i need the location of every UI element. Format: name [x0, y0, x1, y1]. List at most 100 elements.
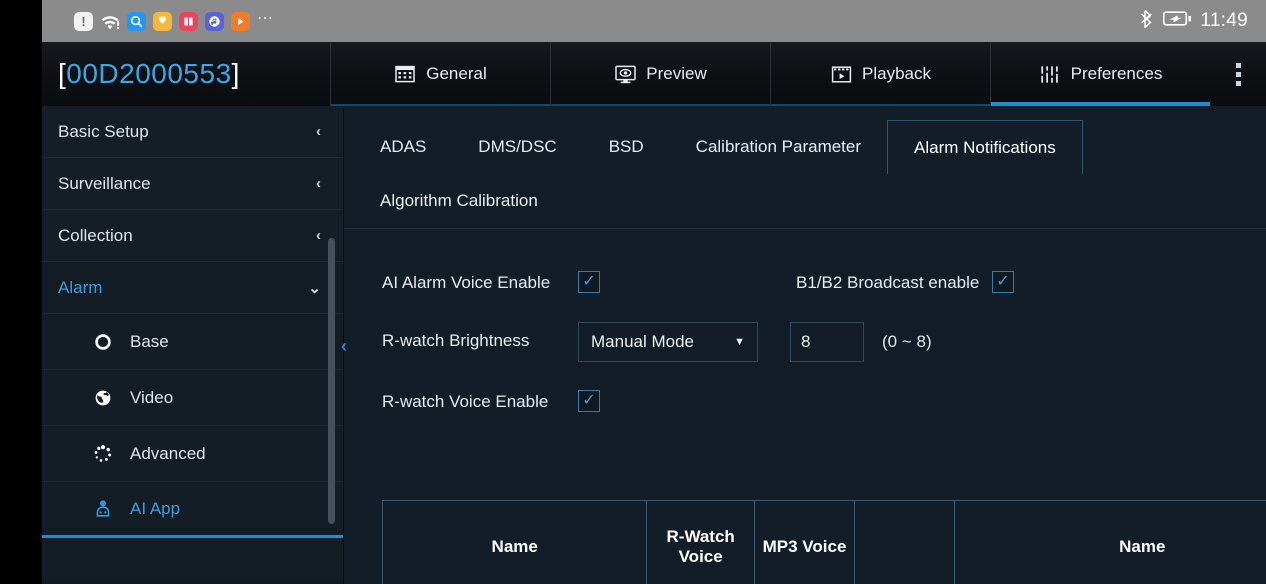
chevron-down-icon: ▼: [734, 335, 745, 348]
status-overflow-icon: ⋯: [257, 9, 275, 27]
col-rwatch-voice-left: R-Watch Voice: [646, 500, 755, 584]
sidebar-item-label: Basic Setup: [58, 121, 149, 141]
nav-tab-preferences[interactable]: Preferences: [990, 42, 1210, 106]
sidebar-item-label: Alarm: [58, 277, 103, 297]
nav-tab-label: General: [426, 64, 487, 83]
nav-tab-preview[interactable]: Preview: [550, 42, 770, 106]
status-bar-system-icons: 11:49: [1140, 9, 1248, 34]
col-name-left: Name: [381, 500, 648, 584]
circle-outline-icon: [92, 331, 114, 353]
bluetooth-icon: [1140, 9, 1155, 34]
alert-document-icon: !: [74, 11, 93, 31]
sidebar-item-basic-setup[interactable]: Basic Setup ‹: [42, 106, 343, 158]
sidebar-collapse-handle[interactable]: ‹: [333, 318, 355, 374]
sidebar-item-label: AI App: [130, 498, 181, 518]
status-bar-app-icons: ! ⋯: [74, 9, 275, 31]
tab-alarm-notifications[interactable]: Alarm Notifications: [887, 120, 1083, 174]
chevron-left-icon: ‹: [316, 175, 321, 192]
grid-keypad-icon: [394, 64, 416, 84]
sidebar-item-ai-app[interactable]: AI App: [42, 482, 343, 538]
check-icon: ✓: [582, 273, 596, 290]
play-app-icon: [231, 11, 250, 31]
sidebar-item-label: Surveillance: [58, 173, 151, 193]
sidebar-item-label: Collection: [58, 225, 133, 245]
form-row-brightness: R-watch Brightness Manual Mode ▼ 8 (0 ~ …: [382, 321, 1266, 362]
col-spacer: [854, 500, 956, 584]
tab-adas[interactable]: ADAS: [354, 120, 452, 174]
tab-dms-dsc[interactable]: DMS/DSC: [452, 120, 582, 174]
sidebar-item-surveillance[interactable]: Surveillance ‹: [42, 158, 343, 210]
tab-algorithm-calibration[interactable]: Algorithm Calibration: [354, 174, 564, 228]
alarm-notifications-form: AI Alarm Voice Enable ✓ B1/B2 Broadcast …: [344, 229, 1266, 414]
rwatch-voice-label: R-watch Voice Enable: [382, 391, 549, 411]
sidebar-empty-area: [42, 538, 343, 578]
android-status-bar: ! ⋯ 11:49: [42, 0, 1266, 42]
sidebar-item-alarm[interactable]: Alarm ⌄: [42, 262, 343, 314]
nav-tab-playback[interactable]: Playback: [770, 42, 990, 106]
book-app-icon: [179, 11, 198, 31]
bracket-open: [: [58, 58, 67, 89]
chevron-left-icon: ‹: [316, 227, 321, 244]
sidebar-item-advanced[interactable]: Advanced: [42, 426, 343, 482]
tab-label: ADAS: [380, 137, 427, 156]
dots-ring-icon: [92, 443, 114, 465]
check-icon: ✓: [582, 391, 596, 409]
rwatch-brightness-label: R-watch Brightness: [382, 331, 530, 351]
shield-app-icon: [153, 11, 172, 31]
tab-label: Calibration Parameter: [695, 137, 862, 156]
sidebar-item-label: Advanced: [130, 443, 206, 463]
monitor-eye-icon: [614, 64, 636, 84]
brightness-range-hint: (0 ~ 8): [882, 331, 932, 351]
brightness-value-input[interactable]: 8: [790, 321, 864, 362]
tab-label: Alarm Notifications: [914, 137, 1056, 157]
device-id-value: 00D2000553: [66, 58, 232, 89]
form-row-voice-enables: AI Alarm Voice Enable ✓ B1/B2 Broadcast …: [382, 271, 1266, 296]
wifi-warning-icon: [100, 13, 120, 30]
tab-bsd[interactable]: BSD: [583, 120, 670, 174]
sidebar-item-label: Video: [130, 387, 174, 407]
search-app-icon: [127, 11, 146, 31]
b1b2-broadcast-checkbox[interactable]: ✓: [992, 271, 1014, 293]
nav-tab-general[interactable]: General: [330, 42, 550, 106]
sidebar-item-collection[interactable]: Collection ‹: [42, 210, 343, 262]
main-nav-tabs: General Preview Playback Preferences: [330, 42, 1210, 106]
sidebar-item-base[interactable]: Base: [42, 314, 343, 370]
app-header: [00D2000553] General Preview Playback Pr…: [42, 42, 1266, 106]
nav-tab-label: Preview: [646, 64, 707, 83]
device-screen: ! ⋯ 11:49 [00D2000553] General Preview…: [0, 0, 1266, 584]
check-icon: ✓: [996, 273, 1010, 290]
content-panel: ADAS DMS/DSC BSD Calibration Parameter A…: [344, 106, 1266, 584]
ai-alarm-voice-label: AI Alarm Voice Enable: [382, 273, 551, 292]
page-body: Basic Setup ‹ Surveillance ‹ Collection …: [42, 106, 1266, 584]
content-tab-strip: ADAS DMS/DSC BSD Calibration Parameter A…: [344, 106, 1266, 229]
b1b2-broadcast-label: B1/B2 Broadcast enable: [796, 273, 980, 292]
status-bar-clock: 11:49: [1200, 10, 1248, 31]
bracket-close: ]: [231, 58, 240, 89]
overflow-menu-icon[interactable]: [1210, 42, 1266, 106]
tab-label: Algorithm Calibration: [380, 191, 538, 210]
globe-icon: [92, 387, 114, 409]
nav-tab-label: Preferences: [1070, 64, 1163, 83]
rwatch-voice-checkbox[interactable]: ✓: [578, 389, 600, 412]
ai-alarm-voice-checkbox[interactable]: ✓: [578, 271, 600, 293]
brightness-mode-select[interactable]: Manual Mode ▼: [578, 321, 758, 362]
sidebar-item-label: Base: [130, 331, 169, 351]
sliders-icon: [1039, 64, 1061, 84]
tab-label: DMS/DSC: [478, 137, 557, 156]
left-sidebar: Basic Setup ‹ Surveillance ‹ Collection …: [42, 106, 347, 584]
chevron-down-icon: ⌄: [308, 279, 321, 297]
nav-tab-label: Playback: [862, 64, 931, 83]
brightness-mode-value: Manual Mode: [591, 331, 695, 351]
alarm-sound-table-element: Name R-Watch Voice MP3 Voice Name R-Watc…: [381, 500, 1266, 584]
form-row-rwatch-voice: R-watch Voice Enable ✓: [382, 389, 1266, 415]
col-name-right: Name: [954, 500, 1266, 584]
ai-person-icon: [92, 498, 114, 520]
brightness-value: 8: [801, 331, 811, 351]
tab-calibration-parameter[interactable]: Calibration Parameter: [670, 120, 887, 174]
alarm-sound-table: Name R-Watch Voice MP3 Voice Name R-Watc…: [381, 500, 1266, 584]
device-bezel-left: [0, 0, 42, 584]
sidebar-scrollbar-thumb[interactable]: [328, 238, 335, 524]
tab-label: BSD: [608, 137, 644, 156]
device-id-display: [00D2000553]: [42, 42, 330, 106]
sidebar-item-video[interactable]: Video: [42, 370, 343, 426]
